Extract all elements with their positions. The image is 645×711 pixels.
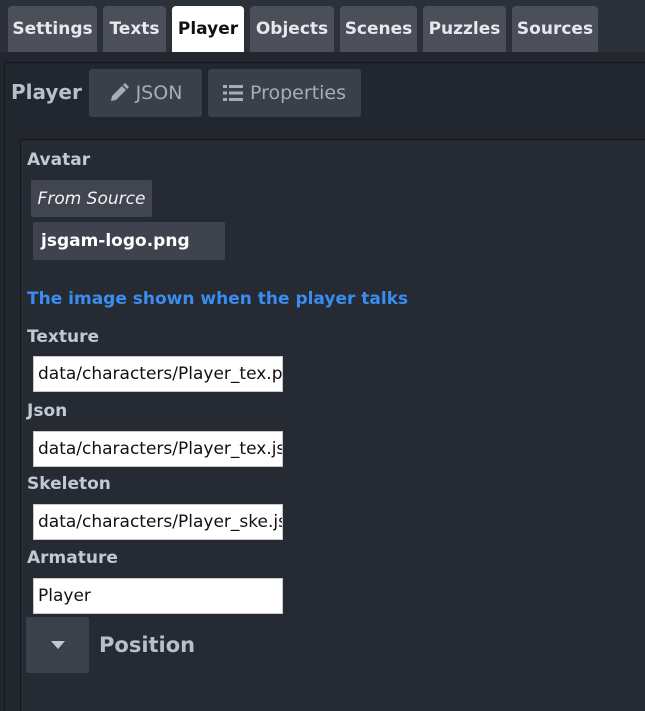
tab-bar: Settings Texts Player Objects Scenes Puz… xyxy=(0,0,645,52)
json-input[interactable] xyxy=(33,431,283,467)
skeleton-label: Skeleton xyxy=(27,474,111,494)
json-label: Json xyxy=(27,401,68,421)
tab-player[interactable]: Player xyxy=(172,6,244,52)
avatar-label: Avatar xyxy=(27,150,91,170)
avatar-hint: The image shown when the player talks xyxy=(27,289,409,309)
armature-input[interactable] xyxy=(33,578,283,614)
from-source-button[interactable]: From Source xyxy=(31,180,152,217)
properties-button-label: Properties xyxy=(249,82,347,104)
tab-texts[interactable]: Texts xyxy=(103,6,166,52)
position-toggle-button[interactable] xyxy=(26,617,89,673)
pencil-icon xyxy=(110,83,129,101)
json-button-label: JSON xyxy=(135,82,183,104)
position-label: Position xyxy=(99,633,196,657)
tab-scenes[interactable]: Scenes xyxy=(340,6,417,52)
panel-title: Player xyxy=(11,80,82,104)
tab-sources[interactable]: Sources xyxy=(512,6,598,52)
caret-down-icon xyxy=(50,641,65,649)
tab-settings[interactable]: Settings xyxy=(8,6,97,52)
texture-label: Texture xyxy=(27,327,99,347)
armature-label: Armature xyxy=(27,548,118,568)
tab-objects[interactable]: Objects xyxy=(250,6,334,52)
avatar-file-chip[interactable]: jsgam-logo.png xyxy=(33,222,225,260)
properties-button[interactable]: Properties xyxy=(208,69,361,117)
skeleton-input[interactable] xyxy=(33,504,283,540)
json-button[interactable]: JSON xyxy=(89,69,202,117)
tab-puzzles[interactable]: Puzzles xyxy=(423,6,506,52)
list-icon xyxy=(222,85,243,101)
texture-input[interactable] xyxy=(33,356,283,392)
